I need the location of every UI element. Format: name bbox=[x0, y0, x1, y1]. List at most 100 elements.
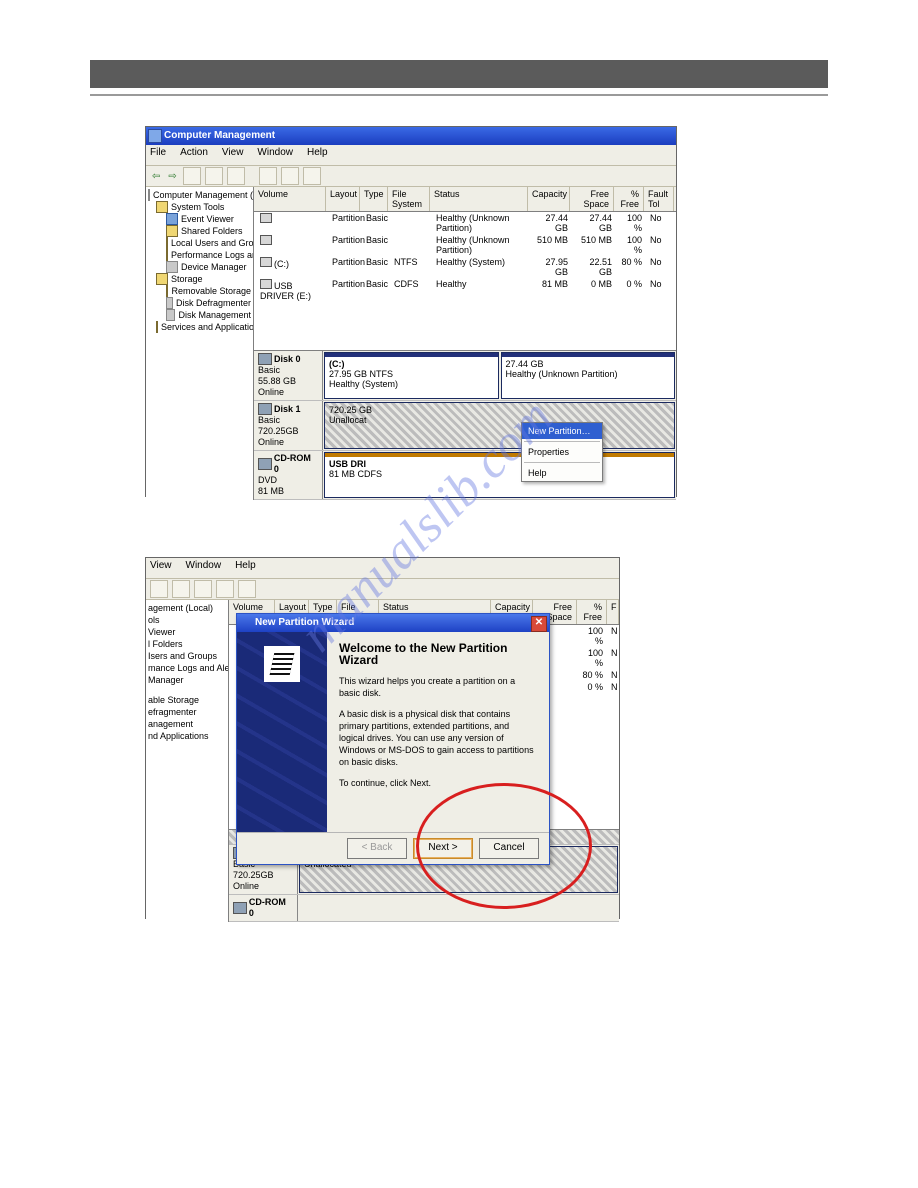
col-capacity[interactable]: Capacity bbox=[528, 187, 570, 211]
screenshot-computer-management: Computer Management File Action View Win… bbox=[145, 126, 677, 497]
tree-event-viewer[interactable]: Event Viewer bbox=[181, 213, 234, 225]
table-row[interactable]: Partition Basic Healthy (Unknown Partiti… bbox=[254, 234, 676, 256]
cancel-button[interactable]: Cancel bbox=[479, 838, 539, 859]
table-row[interactable]: (C:) Partition Basic NTFS Healthy (Syste… bbox=[254, 256, 676, 278]
context-menu[interactable]: New Partition… Properties Help bbox=[521, 422, 603, 482]
partition[interactable]: USB DRI 81 MB CDFS bbox=[324, 452, 675, 498]
ctx-new-partition[interactable]: New Partition… bbox=[522, 423, 602, 439]
partition-unallocated[interactable]: 720.25 GB Unallocat bbox=[324, 402, 675, 449]
tree-storage[interactable]: Storage bbox=[171, 273, 203, 285]
tree-local-users[interactable]: Local Users and Groups bbox=[171, 237, 254, 249]
tree-perf-logs[interactable]: Performance Logs and Alerts bbox=[171, 249, 254, 261]
volume-table-header[interactable]: Volume Layout Type File System Status Ca… bbox=[254, 187, 676, 212]
device-icon bbox=[166, 261, 178, 273]
menu-help[interactable]: Help bbox=[235, 560, 256, 576]
tree-item[interactable]: ols bbox=[148, 614, 160, 626]
menu-window[interactable]: Window bbox=[186, 560, 222, 576]
toolbar-btn[interactable] bbox=[172, 580, 190, 598]
cdrom-icon bbox=[233, 902, 247, 914]
tree-device-mgr[interactable]: Device Manager bbox=[181, 261, 247, 273]
tree-pane[interactable]: Computer Management (Local) System Tools… bbox=[146, 187, 254, 500]
toolbar-btn[interactable] bbox=[205, 167, 223, 185]
toolbar-btn[interactable] bbox=[183, 167, 201, 185]
tree-services[interactable]: Services and Applications bbox=[161, 321, 254, 333]
partition[interactable]: 27.44 GB Healthy (Unknown Partition) bbox=[501, 352, 676, 399]
col-pct[interactable]: % Free bbox=[577, 600, 607, 624]
menu-view[interactable]: View bbox=[150, 560, 172, 576]
wizard-dialog[interactable]: New Partition Wizard ✕ Welcome to the Ne… bbox=[236, 613, 550, 865]
tree-defrag[interactable]: Disk Defragmenter bbox=[176, 297, 251, 309]
col-layout[interactable]: Layout bbox=[326, 187, 360, 211]
toolbar-btn[interactable] bbox=[194, 580, 212, 598]
toolbar-btn[interactable] bbox=[303, 167, 321, 185]
document-header-bar bbox=[90, 60, 828, 88]
disk-row[interactable]: Disk 1 Basic 720.25GB Online 720.25 GB U… bbox=[254, 401, 676, 451]
app-icon bbox=[148, 129, 162, 143]
tree-system-tools[interactable]: System Tools bbox=[171, 201, 224, 213]
table-row[interactable]: Partition Basic Healthy (Unknown Partiti… bbox=[254, 212, 676, 234]
nav-back-icon[interactable]: ⇦ bbox=[150, 171, 162, 182]
col-free[interactable]: Free Space bbox=[570, 187, 614, 211]
disk-icon bbox=[258, 353, 272, 365]
toolbar-btn[interactable] bbox=[238, 580, 256, 598]
back-button: < Back bbox=[347, 838, 407, 859]
tree-item[interactable]: Viewer bbox=[148, 626, 175, 638]
col-pct[interactable]: % Free bbox=[614, 187, 644, 211]
toolbar-btn[interactable] bbox=[216, 580, 234, 598]
screenshot-wizard: View Window Help agement (Local) ols Vie… bbox=[145, 557, 620, 919]
tree-item[interactable]: mance Logs and Alerts bbox=[148, 662, 229, 674]
disk-row[interactable]: CD-ROM 0 DVD 81 MB USB DRI 81 MB CDFS bbox=[254, 451, 676, 500]
col-fault[interactable]: Fault Tol bbox=[644, 187, 674, 211]
col-volume[interactable]: Volume bbox=[254, 187, 326, 211]
ctx-help[interactable]: Help bbox=[522, 465, 602, 481]
tree-shared-folders[interactable]: Shared Folders bbox=[181, 225, 243, 237]
next-button[interactable]: Next > bbox=[413, 838, 473, 859]
partition[interactable]: (C:) 27.95 GB NTFS Healthy (System) bbox=[324, 352, 499, 399]
menu-file[interactable]: File bbox=[150, 147, 166, 163]
volume-table-body: Partition Basic Healthy (Unknown Partiti… bbox=[254, 212, 676, 302]
tree-item[interactable]: l Folders bbox=[148, 638, 183, 650]
toolbar-btn[interactable] bbox=[259, 167, 277, 185]
menu-view[interactable]: View bbox=[222, 147, 244, 163]
col-type[interactable]: Type bbox=[360, 187, 388, 211]
col-fault[interactable]: F bbox=[607, 600, 619, 624]
tree-disk-mgmt[interactable]: Disk Management bbox=[178, 309, 251, 321]
tree-removable[interactable]: Removable Storage bbox=[171, 285, 251, 297]
tree-item[interactable]: nd Applications bbox=[148, 730, 209, 742]
computer-icon bbox=[148, 189, 150, 201]
toolbar-btn[interactable] bbox=[281, 167, 299, 185]
tree-pane[interactable]: agement (Local) ols Viewer l Folders Ise… bbox=[146, 600, 229, 922]
table-row[interactable]: USB DRIVER (E:) Partition Basic CDFS Hea… bbox=[254, 278, 676, 302]
wizard-text: To continue, click Next. bbox=[339, 777, 537, 789]
folder-icon bbox=[166, 249, 168, 261]
tree-root[interactable]: agement (Local) bbox=[148, 602, 213, 614]
wizard-sidebar bbox=[237, 632, 327, 832]
wizard-text: This wizard helps you create a partition… bbox=[339, 675, 537, 699]
tree-item[interactable]: Manager bbox=[148, 674, 184, 686]
col-status[interactable]: Status bbox=[430, 187, 528, 211]
drive-icon bbox=[260, 257, 272, 267]
folder-icon bbox=[156, 273, 168, 285]
disk-row[interactable]: CD-ROM 0 bbox=[229, 895, 619, 922]
toolbar-btn[interactable] bbox=[150, 580, 168, 598]
menubar[interactable]: View Window Help bbox=[146, 558, 619, 579]
tree-item[interactable]: Isers and Groups bbox=[148, 650, 217, 662]
tree-root[interactable]: Computer Management (Local) bbox=[153, 189, 254, 201]
menu-help[interactable]: Help bbox=[307, 147, 328, 163]
tree-item[interactable]: efragmenter bbox=[148, 706, 197, 718]
wizard-titlebar[interactable]: New Partition Wizard ✕ bbox=[237, 614, 549, 632]
tree-item[interactable]: anagement bbox=[148, 718, 193, 730]
close-icon[interactable]: ✕ bbox=[531, 616, 547, 632]
disk-row[interactable]: Disk 0 Basic 55.88 GB Online (C:) 27.95 … bbox=[254, 351, 676, 401]
menu-action[interactable]: Action bbox=[180, 147, 208, 163]
menu-window[interactable]: Window bbox=[257, 147, 293, 163]
ctx-properties[interactable]: Properties bbox=[522, 444, 602, 460]
nav-forward-icon[interactable]: ⇨ bbox=[166, 171, 178, 182]
toolbar-btn[interactable] bbox=[227, 167, 245, 185]
col-fs[interactable]: File System bbox=[388, 187, 430, 211]
separator bbox=[524, 462, 600, 463]
event-icon bbox=[166, 213, 178, 225]
menubar[interactable]: File Action View Window Help bbox=[146, 145, 676, 166]
window-titlebar[interactable]: Computer Management bbox=[146, 127, 676, 145]
tree-item[interactable]: able Storage bbox=[148, 694, 199, 706]
